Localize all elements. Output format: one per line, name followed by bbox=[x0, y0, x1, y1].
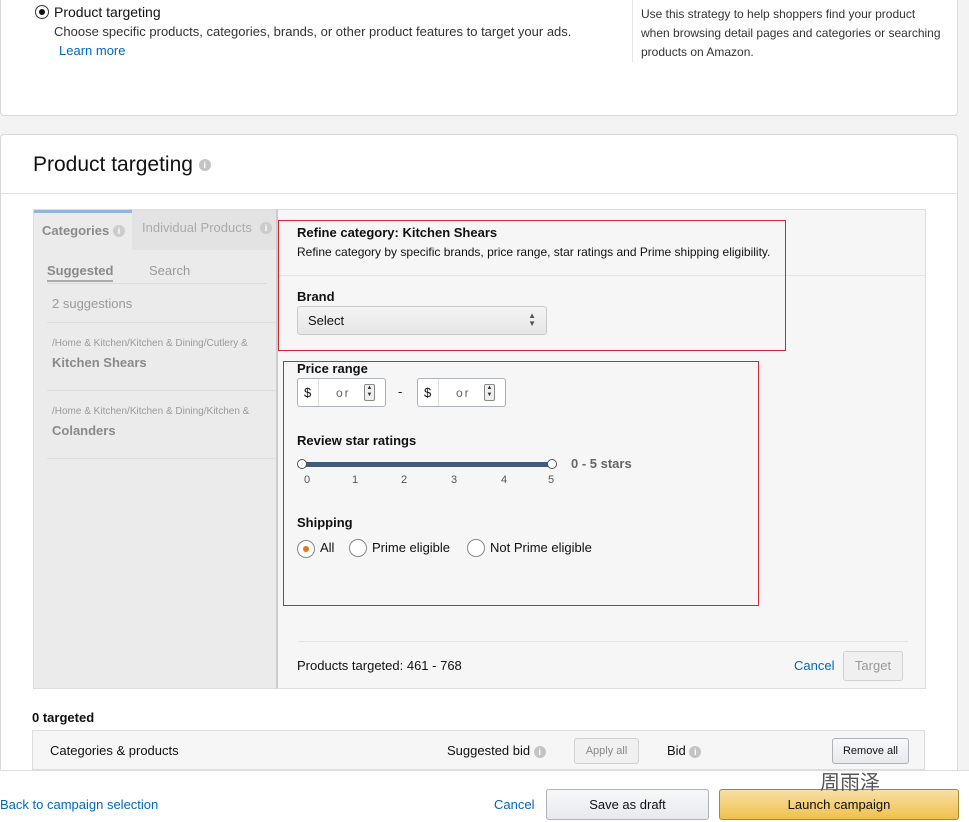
product-targeting-desc: Choose specific products, categories, br… bbox=[54, 24, 572, 39]
price-dash: - bbox=[398, 384, 403, 399]
refine-desc: Refine category by specific brands, pric… bbox=[297, 245, 771, 259]
footer-cancel-link[interactable]: Cancel bbox=[494, 797, 534, 812]
section-title-text: Product targeting bbox=[33, 153, 193, 176]
input-divider bbox=[318, 379, 319, 406]
suggestion-path: /Home & Kitchen/Kitchen & Dining/Kitchen… bbox=[52, 406, 250, 417]
shipping-radio-prime[interactable] bbox=[349, 539, 367, 557]
shipping-radio-not-prime[interactable] bbox=[467, 539, 485, 557]
category-picker: Categories i Individual Products i Sugge… bbox=[33, 209, 278, 689]
updown-arrows-icon: ▲ ▼ bbox=[528, 311, 536, 328]
rating-value-text: 0 - 5 stars bbox=[571, 456, 632, 471]
brand-select-value: Select bbox=[308, 313, 345, 328]
currency-symbol: $ bbox=[304, 385, 312, 400]
brand-select[interactable]: Select ▲ ▼ bbox=[297, 306, 547, 335]
section-divider bbox=[1, 193, 957, 194]
products-targeted: Products targeted: 461 - 768 bbox=[297, 658, 462, 673]
tab-categories[interactable]: Categories i bbox=[34, 210, 132, 250]
section-title: Product targeting i bbox=[33, 153, 211, 177]
rating-label: Review star ratings bbox=[297, 433, 417, 448]
subtab-divider bbox=[47, 283, 267, 284]
col-bid: Bid i bbox=[667, 743, 702, 758]
subtab-search[interactable]: Search bbox=[149, 263, 190, 278]
rating-tick: 5 bbox=[548, 474, 555, 486]
product-targeting-label: Product targeting bbox=[54, 4, 161, 20]
suggestions-count: 2 suggestions bbox=[52, 296, 133, 311]
rating-slider-min-handle[interactable] bbox=[297, 459, 307, 469]
tab-individual-label: Individual Products bbox=[142, 220, 252, 235]
brand-label: Brand bbox=[297, 289, 335, 304]
subtab-suggested[interactable]: Suggested bbox=[47, 263, 114, 282]
currency-symbol: $ bbox=[424, 385, 432, 400]
col-categories-products: Categories & products bbox=[50, 743, 179, 758]
info-icon[interactable]: i bbox=[113, 225, 125, 237]
rating-tick: 4 bbox=[501, 474, 508, 486]
refine-title: Refine category: Kitchen Shears bbox=[297, 225, 498, 240]
targeted-count: 0 targeted bbox=[32, 710, 95, 725]
refine-footer-divider bbox=[298, 641, 908, 642]
rating-tick: 2 bbox=[401, 474, 408, 486]
strategy-divider bbox=[632, 0, 633, 62]
refine-cancel-link[interactable]: Cancel bbox=[794, 658, 834, 673]
shipping-option-all[interactable]: All bbox=[320, 540, 334, 555]
info-icon[interactable]: i bbox=[689, 745, 702, 758]
watermark-text: 周雨泽 bbox=[820, 770, 880, 794]
shipping-radio-all[interactable] bbox=[297, 540, 315, 558]
rating-tick: 0 bbox=[304, 474, 311, 486]
input-divider bbox=[438, 379, 439, 406]
price-range-label: Price range bbox=[297, 361, 368, 376]
info-icon[interactable]: i bbox=[260, 222, 272, 234]
price-min-input[interactable]: $ or ▲ ▼ bbox=[297, 378, 386, 407]
save-draft-button[interactable]: Save as draft bbox=[546, 789, 709, 820]
strategy-help-text: Use this strategy to help shoppers find … bbox=[641, 7, 941, 59]
shipping-option-not-prime[interactable]: Not Prime eligible bbox=[490, 540, 592, 555]
back-to-campaign-link[interactable]: Back to campaign selection bbox=[0, 797, 158, 812]
tab-individual-products[interactable]: Individual Products i bbox=[132, 210, 278, 250]
learn-more-link[interactable]: Learn more bbox=[59, 43, 125, 58]
price-min-placeholder: or bbox=[336, 386, 351, 400]
price-max-stepper-icon[interactable]: ▲ ▼ bbox=[484, 384, 495, 401]
refine-header-divider bbox=[278, 275, 926, 276]
rating-tick: 1 bbox=[352, 474, 359, 486]
tab-categories-label: Categories bbox=[42, 223, 110, 238]
col-suggested-bid-label: Suggested bid bbox=[447, 743, 531, 758]
info-icon[interactable]: i bbox=[533, 745, 546, 758]
suggestion-name: Colanders bbox=[52, 423, 116, 438]
apply-all-button[interactable]: Apply all bbox=[574, 738, 639, 764]
product-targeting-radio[interactable] bbox=[35, 5, 49, 19]
refine-panel bbox=[276, 209, 926, 689]
rating-tick: 3 bbox=[451, 474, 458, 486]
price-min-stepper-icon[interactable]: ▲ ▼ bbox=[364, 384, 375, 401]
list-divider bbox=[47, 458, 278, 459]
col-bid-label: Bid bbox=[667, 743, 686, 758]
list-divider bbox=[47, 390, 278, 391]
suggestion-path: /Home & Kitchen/Kitchen & Dining/Cutlery… bbox=[52, 338, 248, 349]
info-icon[interactable]: i bbox=[198, 159, 211, 172]
list-divider bbox=[47, 322, 278, 323]
rating-slider-max-handle[interactable] bbox=[547, 459, 557, 469]
price-max-input[interactable]: $ or ▲ ▼ bbox=[417, 378, 506, 407]
shipping-label: Shipping bbox=[297, 515, 353, 530]
suggestion-name: Kitchen Shears bbox=[52, 355, 147, 370]
col-suggested-bid: Suggested bid i bbox=[447, 743, 546, 758]
rating-slider-track[interactable] bbox=[302, 462, 552, 467]
price-max-placeholder: or bbox=[456, 386, 471, 400]
shipping-option-prime[interactable]: Prime eligible bbox=[372, 540, 450, 555]
list-item[interactable]: /Home & Kitchen/Kitchen & Dining/Kitchen… bbox=[52, 406, 278, 438]
target-button[interactable]: Target bbox=[843, 651, 903, 681]
remove-all-button[interactable]: Remove all bbox=[832, 738, 909, 764]
list-item[interactable]: /Home & Kitchen/Kitchen & Dining/Cutlery… bbox=[52, 338, 278, 370]
